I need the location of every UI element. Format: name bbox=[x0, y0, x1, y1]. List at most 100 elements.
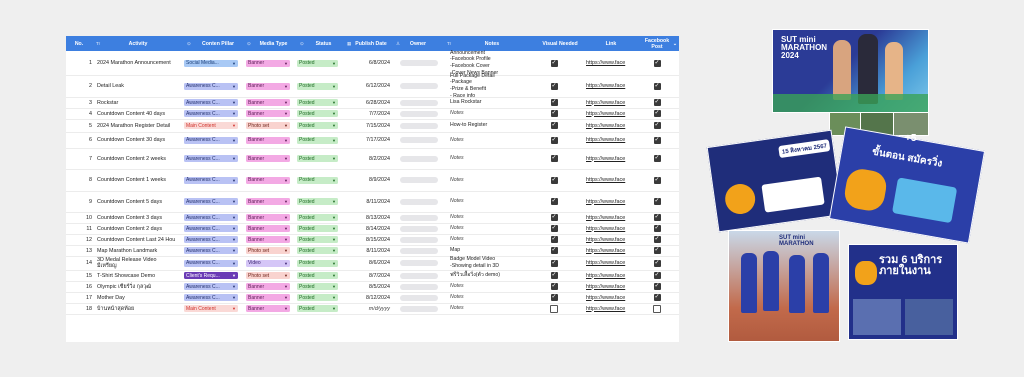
link-cell[interactable]: https://www.face bbox=[586, 292, 636, 303]
publish-date-cell[interactable]: 8/6/2024 bbox=[342, 256, 390, 270]
dropdown-arrow-icon[interactable]: ▼ bbox=[232, 199, 236, 204]
visual-needed-checkbox[interactable]: ✓ bbox=[550, 283, 558, 290]
header-facebook[interactable]: Facebook Post bbox=[642, 36, 672, 51]
media-cell[interactable]: Banner ▼ bbox=[246, 51, 292, 75]
pillar-cell[interactable]: Awareness C... ▼ bbox=[184, 212, 240, 223]
pillar-tag[interactable]: Awareness C... ▼ bbox=[184, 259, 238, 267]
media-tag[interactable]: Banner ▼ bbox=[246, 305, 290, 312]
link-cell[interactable]: https://www.face bbox=[586, 245, 636, 256]
status-cell[interactable]: Posted ▼ bbox=[297, 223, 341, 234]
services-poster[interactable]: รวม 6 บริการ ภายในงาน bbox=[848, 244, 958, 340]
media-cell[interactable]: Banner ▼ bbox=[246, 191, 292, 212]
activity-cell[interactable]: 2024 Marathon Announcement bbox=[97, 51, 183, 75]
facebook-post-cell[interactable]: ✓ bbox=[650, 270, 664, 281]
dropdown-arrow-icon[interactable]: ▼ bbox=[332, 138, 336, 143]
facebook-post-cell[interactable]: ✓ bbox=[650, 281, 664, 292]
pillar-cell[interactable]: Main Content ▼ bbox=[184, 119, 240, 132]
status-cell[interactable]: Posted ▼ bbox=[297, 292, 341, 303]
facebook-post-checkbox[interactable]: ✓ bbox=[653, 59, 661, 67]
more-images-count[interactable]: +5 bbox=[905, 133, 916, 144]
media-tag[interactable]: Banner ▼ bbox=[246, 59, 290, 67]
owner-placeholder[interactable] bbox=[400, 177, 438, 183]
table-row[interactable]: 7 Countdown Content 2 weeks Awareness C...… bbox=[66, 148, 679, 170]
pillar-cell[interactable]: Main Content ▼ bbox=[184, 303, 240, 314]
status-cell[interactable]: Posted ▼ bbox=[297, 303, 341, 314]
media-cell[interactable]: Banner ▼ bbox=[246, 212, 292, 223]
visual-needed-cell[interactable]: ✓ bbox=[547, 97, 561, 108]
status-cell[interactable]: Posted ▼ bbox=[297, 75, 341, 97]
dropdown-arrow-icon[interactable]: ▼ bbox=[232, 111, 236, 116]
dropdown-arrow-icon[interactable]: ▼ bbox=[332, 215, 336, 220]
visual-needed-cell[interactable]: ✓ bbox=[547, 119, 561, 132]
publish-date-cell[interactable]: 8/5/2024 bbox=[342, 281, 390, 292]
header-link[interactable]: Link bbox=[580, 36, 642, 51]
media-tag[interactable]: Banner ▼ bbox=[246, 110, 290, 117]
visual-needed-cell[interactable]: ✓ bbox=[547, 148, 561, 169]
link-cell[interactable]: https://www.face bbox=[586, 212, 636, 223]
media-cell[interactable]: Banner ▼ bbox=[246, 303, 292, 314]
pillar-cell[interactable]: Awareness C... ▼ bbox=[184, 132, 240, 148]
status-cell[interactable]: Posted ▼ bbox=[297, 191, 341, 212]
table-row[interactable]: 6 Countdown Content 30 days Awareness C...… bbox=[66, 132, 679, 149]
publish-date-cell[interactable]: 8/2/2024 bbox=[342, 148, 390, 169]
link-cell[interactable]: https://www.face bbox=[586, 256, 636, 270]
visual-needed-cell[interactable]: ✓ bbox=[547, 256, 561, 270]
pillar-tag[interactable]: Awareness C... ▼ bbox=[184, 214, 238, 221]
dropdown-arrow-icon[interactable]: ▼ bbox=[232, 273, 236, 278]
visual-needed-cell[interactable]: ✓ bbox=[547, 51, 561, 75]
facebook-post-checkbox[interactable]: ✓ bbox=[653, 294, 661, 301]
visual-needed-checkbox[interactable]: ✓ bbox=[550, 82, 558, 90]
facebook-post-cell[interactable]: ✓ bbox=[650, 292, 664, 303]
publish-date-cell[interactable]: 8/14/2024 bbox=[342, 223, 390, 234]
pillar-tag[interactable]: Awareness C... ▼ bbox=[184, 294, 238, 301]
activity-cell[interactable]: Countdown Content 30 days bbox=[97, 132, 183, 148]
media-cell[interactable]: Banner ▼ bbox=[246, 108, 292, 119]
dropdown-arrow-icon[interactable]: ▼ bbox=[332, 111, 336, 116]
dropdown-arrow-icon[interactable]: ▼ bbox=[284, 138, 288, 143]
status-cell[interactable]: Posted ▼ bbox=[297, 234, 341, 245]
header-owner[interactable]: ♙ Owner bbox=[392, 36, 444, 51]
link-cell[interactable]: https://www.face bbox=[586, 148, 636, 169]
owner-placeholder[interactable] bbox=[400, 294, 438, 301]
media-tag[interactable]: Banner ▼ bbox=[246, 176, 290, 184]
owner-cell[interactable] bbox=[400, 75, 442, 97]
publish-date-cell[interactable]: 6/12/2024 bbox=[342, 75, 390, 97]
dropdown-arrow-icon[interactable]: ▼ bbox=[232, 226, 236, 231]
table-row[interactable]: 14 3D Medal Release Video มีเหรียญ Awarene… bbox=[66, 256, 679, 271]
facebook-post-cell[interactable]: ✓ bbox=[650, 132, 664, 148]
activity-cell[interactable]: T-Shirt Showcase Demo bbox=[97, 270, 183, 281]
notes-cell[interactable]: Lisa Rockstar bbox=[450, 97, 520, 108]
notes-cell[interactable]: Announcement -Facebook Profile -Facebook… bbox=[450, 50, 520, 76]
media-cell[interactable]: Photo set ▼ bbox=[246, 245, 292, 256]
pillar-cell[interactable]: Social Media... ▼ bbox=[184, 51, 240, 75]
pillar-cell[interactable]: Awareness C... ▼ bbox=[184, 108, 240, 119]
activity-cell[interactable]: Countdown Content 5 days bbox=[97, 191, 183, 212]
pillar-tag[interactable]: Awareness C... ▼ bbox=[184, 99, 238, 106]
visual-needed-checkbox[interactable]: ✓ bbox=[550, 247, 558, 254]
pillar-tag[interactable]: Main Content ▼ bbox=[184, 305, 238, 312]
activity-cell[interactable]: Map Marathon Landmark bbox=[97, 245, 183, 256]
visual-needed-checkbox[interactable] bbox=[550, 304, 558, 313]
dropdown-arrow-icon[interactable]: ▼ bbox=[232, 178, 236, 183]
pillar-cell[interactable]: Awareness C... ▼ bbox=[184, 256, 240, 270]
notes-cell[interactable]: How-to Register bbox=[450, 119, 520, 132]
media-cell[interactable]: Banner ▼ bbox=[246, 148, 292, 169]
pillar-tag[interactable]: Awareness C... ▼ bbox=[184, 198, 238, 205]
status-cell[interactable]: Posted ▼ bbox=[297, 281, 341, 292]
facebook-post-checkbox[interactable]: ✓ bbox=[653, 225, 661, 232]
visual-needed-checkbox[interactable]: ✓ bbox=[550, 214, 558, 221]
publish-date-cell[interactable]: 6/28/2024 bbox=[342, 97, 390, 108]
link-cell[interactable]: https://www.face bbox=[586, 75, 636, 97]
media-tag[interactable]: Photo set ▼ bbox=[246, 272, 290, 279]
pillar-tag[interactable]: Awareness C... ▼ bbox=[184, 225, 238, 232]
media-cell[interactable]: Banner ▼ bbox=[246, 223, 292, 234]
owner-cell[interactable] bbox=[400, 169, 442, 191]
dropdown-arrow-icon[interactable]: ▼ bbox=[284, 273, 288, 278]
link-cell[interactable]: https://www.face bbox=[586, 223, 636, 234]
dropdown-arrow-icon[interactable]: ▼ bbox=[284, 284, 288, 289]
dropdown-arrow-icon[interactable]: ▼ bbox=[284, 199, 288, 204]
link-cell[interactable]: https://www.face bbox=[586, 132, 636, 148]
visual-needed-checkbox[interactable]: ✓ bbox=[550, 225, 558, 232]
facebook-post-cell[interactable]: ✓ bbox=[650, 212, 664, 223]
dropdown-arrow-icon[interactable]: ▼ bbox=[232, 84, 236, 89]
